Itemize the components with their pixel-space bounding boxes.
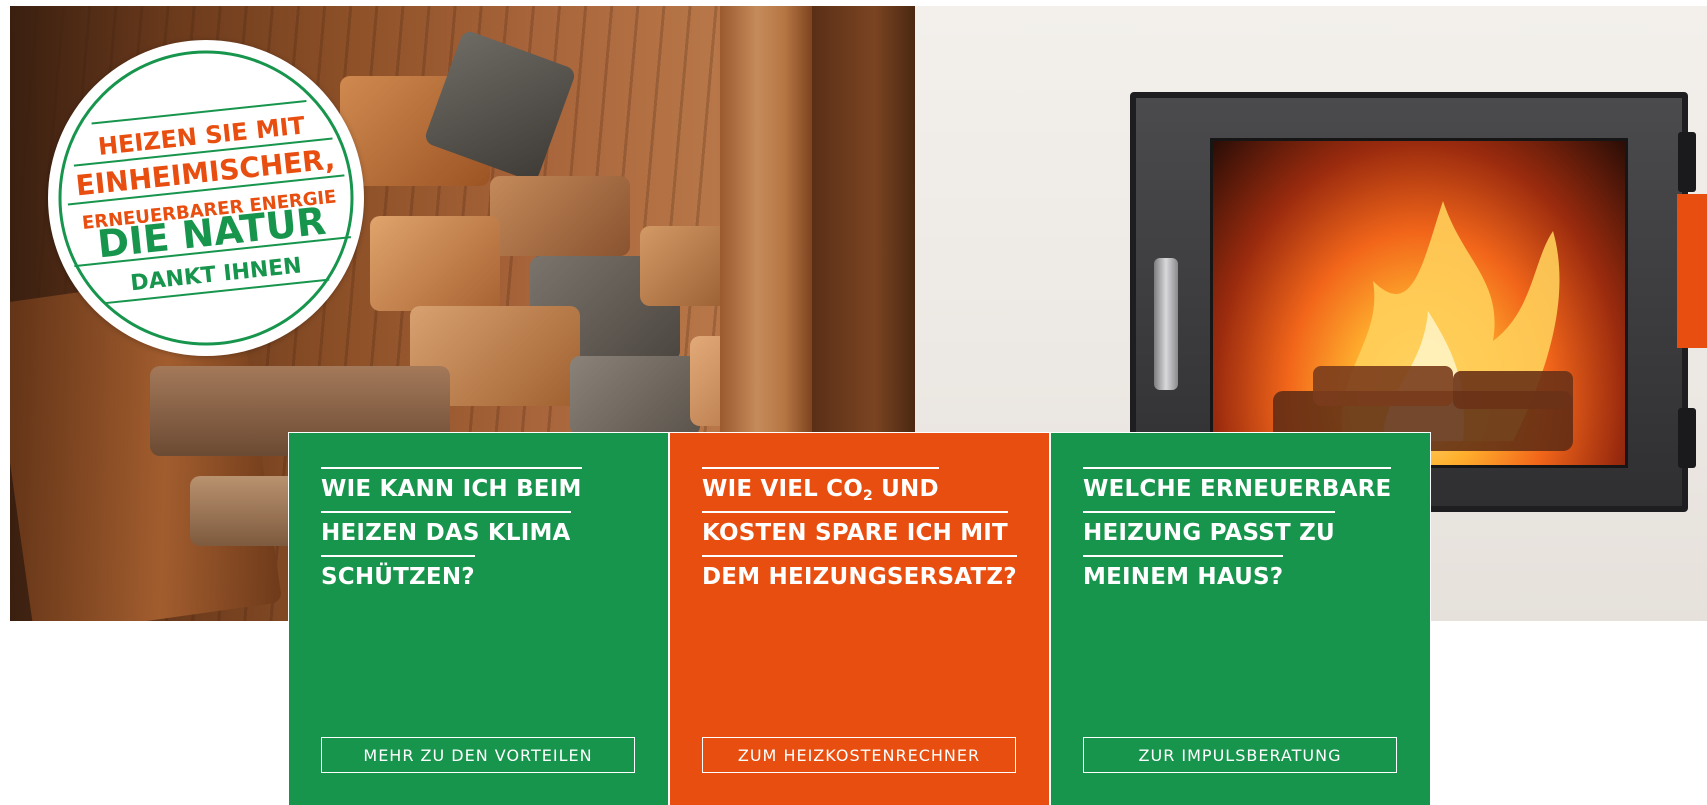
card-title-line: KOSTEN SPARE ICH MIT [702, 511, 1008, 555]
card-climate[interactable]: WIE KANN ICH BEIM HEIZEN DAS KLIMA SCHÜT… [288, 432, 669, 805]
card-title-line: WIE KANN ICH BEIM [321, 467, 582, 511]
card-title-line: HEIZUNG PASST ZU [1083, 511, 1335, 555]
log-shape [490, 176, 630, 256]
wooden-beam [720, 6, 812, 436]
stove-hinge [1678, 132, 1696, 192]
teaser-cards: WIE KANN ICH BEIM HEIZEN DAS KLIMA SCHÜT… [288, 432, 1432, 805]
card-title-text: UND [872, 476, 939, 502]
card-title-line: WELCHE ERNEUERBARE [1083, 467, 1392, 511]
card-title-line: DEM HEIZUNGSERSATZ? [702, 555, 1017, 599]
card-title-text: WIE VIEL CO [702, 476, 864, 502]
badge-stamp-graphic: HEIZEN SIE MIT EINHEIMISCHER, ERNEUERBAR… [58, 50, 354, 346]
card-savings[interactable]: WIE VIEL CO2 UND KOSTEN SPARE ICH MIT DE… [669, 432, 1050, 805]
card-title-line: WIE VIEL CO2 UND [702, 467, 939, 511]
card-title-line: SCHÜTZEN? [321, 555, 475, 599]
nature-badge: HEIZEN SIE MIT EINHEIMISCHER, ERNEUERBAR… [48, 40, 364, 356]
page: HEIZEN SIE MIT EINHEIMISCHER, ERNEUERBAR… [0, 0, 1707, 805]
impulse-consulting-button[interactable]: ZUR IMPULSBERATUNG [1083, 737, 1397, 773]
stove-hinge [1678, 408, 1696, 468]
card-title: WIE KANN ICH BEIM HEIZEN DAS KLIMA SCHÜT… [321, 467, 661, 599]
card-heating-fit[interactable]: WELCHE ERNEUERBARE HEIZUNG PASST ZU MEIN… [1050, 432, 1431, 805]
card-title-line: MEINEM HAUS? [1083, 555, 1284, 599]
wooden-beam-edge [812, 6, 916, 436]
log-shape [370, 216, 500, 311]
log-shape [570, 356, 700, 436]
flame-graphic [1273, 201, 1573, 451]
stove-door-handle [1154, 258, 1178, 390]
co2-subscript: 2 [863, 488, 873, 504]
benefits-button[interactable]: MEHR ZU DEN VORTEILEN [321, 737, 635, 773]
side-tab[interactable] [1677, 194, 1707, 348]
fire-glass-window [1210, 138, 1628, 468]
card-title: WELCHE ERNEUERBARE HEIZUNG PASST ZU MEIN… [1083, 467, 1423, 599]
card-title: WIE VIEL CO2 UND KOSTEN SPARE ICH MIT DE… [702, 467, 1042, 599]
card-title-line: HEIZEN DAS KLIMA [321, 511, 571, 555]
heating-cost-calculator-button[interactable]: ZUM HEIZKOSTENRECHNER [702, 737, 1016, 773]
